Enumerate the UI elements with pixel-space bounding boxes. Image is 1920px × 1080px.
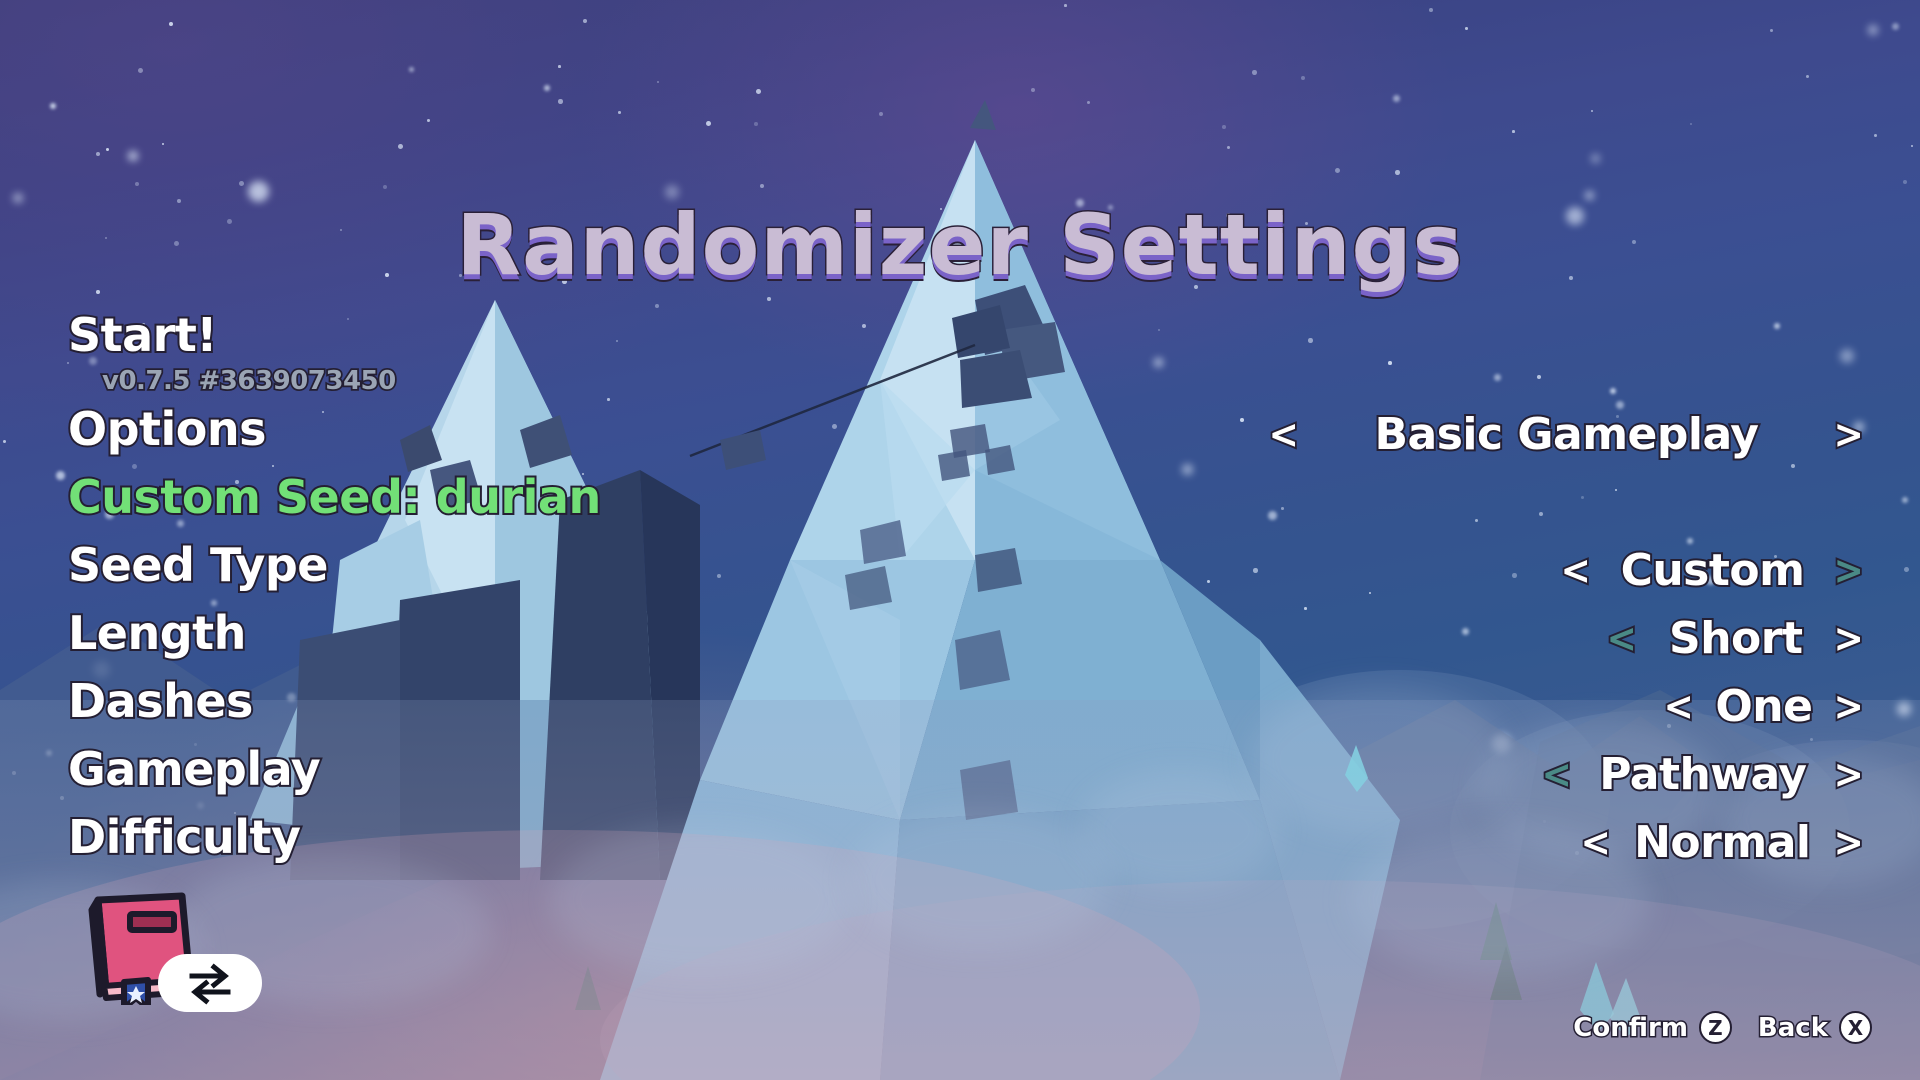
- menu-item-label: Gameplay: [66, 742, 323, 796]
- prev-arrow-icon[interactable]: <: [1559, 549, 1593, 593]
- menu-item-label: Dashes: [66, 674, 255, 728]
- menu-item-custom-seed[interactable]: Custom Seed: durian: [66, 470, 888, 542]
- menu-item-start[interactable]: Start! v0.7.5 #3639073450: [66, 308, 888, 398]
- value-text: One: [1713, 681, 1815, 732]
- next-arrow-icon[interactable]: >: [1832, 821, 1866, 865]
- value-row-custom-seed: [1080, 474, 1870, 542]
- value-row-options: < Basic Gameplay >: [1080, 406, 1870, 474]
- menu-item-label: Options: [66, 402, 269, 456]
- back-key-icon: X: [1839, 1011, 1872, 1044]
- value-row-spacer-start: [1080, 312, 1870, 380]
- swap-button[interactable]: [158, 954, 262, 1012]
- next-arrow-icon[interactable]: >: [1832, 617, 1866, 661]
- prev-arrow-icon[interactable]: <: [1605, 617, 1639, 661]
- prev-arrow-icon[interactable]: <: [1578, 821, 1612, 865]
- value-text: Pathway: [1597, 749, 1809, 800]
- menu-item-label: Length: [66, 606, 248, 660]
- page-title: Randomizer Settings: [455, 195, 1464, 296]
- back-prompt[interactable]: Back X: [1756, 1011, 1872, 1044]
- confirm-label: Confirm: [1572, 1011, 1690, 1044]
- value-row-dashes: < One >: [1080, 678, 1870, 746]
- next-arrow-icon[interactable]: >: [1832, 413, 1866, 457]
- randomizer-settings-screen: Randomizer Settings Start! v0.7.5 #36390…: [0, 0, 1920, 1080]
- value-text: Basic Gameplay: [1372, 409, 1761, 460]
- value-row-spacer-sub: [1080, 380, 1870, 406]
- version-seed-text: v0.7.5 #3639073450: [100, 364, 398, 398]
- next-arrow-icon[interactable]: >: [1832, 685, 1866, 729]
- swap-arrows-icon: [189, 963, 231, 1005]
- value-text: Short: [1667, 613, 1805, 664]
- settings-value-list: < Basic Gameplay > < Custom > < Short > …: [1080, 312, 1870, 882]
- menu-item-label: Difficulty: [66, 810, 303, 864]
- menu-item-dashes[interactable]: Dashes: [66, 674, 888, 746]
- next-arrow-icon[interactable]: >: [1832, 753, 1866, 797]
- menu-item-length[interactable]: Length: [66, 606, 888, 678]
- button-prompts: Confirm Z Back X: [1572, 1011, 1872, 1044]
- confirm-prompt[interactable]: Confirm Z: [1572, 1011, 1732, 1044]
- menu-item-seed-type[interactable]: Seed Type: [66, 538, 888, 610]
- value-text: Normal: [1632, 817, 1813, 868]
- prev-arrow-icon[interactable]: <: [1662, 685, 1696, 729]
- value-row-gameplay: < Pathway >: [1080, 746, 1870, 814]
- prev-arrow-icon[interactable]: <: [1540, 753, 1574, 797]
- confirm-key-icon: Z: [1698, 1011, 1732, 1044]
- next-arrow-icon[interactable]: >: [1832, 549, 1866, 593]
- value-row-difficulty: < Normal >: [1080, 814, 1870, 882]
- menu-item-gameplay[interactable]: Gameplay: [66, 742, 888, 814]
- menu-item-label: Seed Type: [66, 538, 331, 592]
- menu-item-label: Start!: [66, 308, 219, 362]
- prev-arrow-icon[interactable]: <: [1267, 413, 1301, 457]
- menu-item-difficulty[interactable]: Difficulty: [66, 810, 888, 882]
- back-label: Back: [1756, 1011, 1829, 1044]
- menu-item-label: Custom Seed: durian: [66, 470, 603, 524]
- journal-badge[interactable]: [78, 890, 278, 1030]
- value-text: Custom: [1619, 545, 1807, 596]
- value-row-seed-type: < Custom >: [1080, 542, 1870, 610]
- menu-item-options[interactable]: Options: [66, 402, 888, 474]
- settings-menu-list: Start! v0.7.5 #3639073450 Options Custom…: [66, 308, 888, 882]
- value-row-length: < Short >: [1080, 610, 1870, 678]
